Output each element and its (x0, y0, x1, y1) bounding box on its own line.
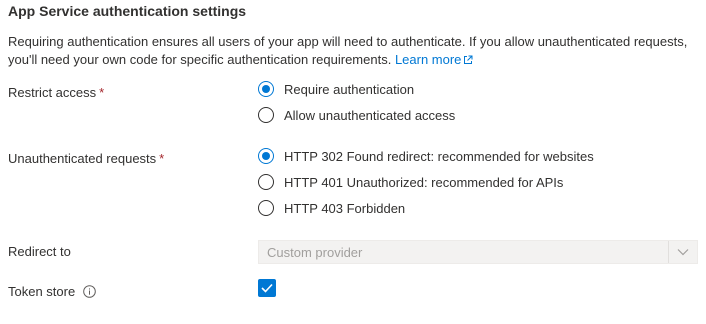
unauthenticated-requests-label-text: Unauthenticated requests (8, 151, 157, 166)
radio-http-302[interactable]: HTTP 302 Found redirect: recommended for… (258, 146, 594, 166)
learn-more-label: Learn more (394, 52, 462, 67)
restrict-access-label: Restrict access * (8, 84, 104, 102)
radio-label: HTTP 401 Unauthorized: recommended for A… (284, 174, 564, 190)
chevron-down-icon (668, 241, 697, 263)
radio-label: HTTP 403 Forbidden (284, 200, 406, 216)
radio-label: HTTP 302 Found redirect: recommended for… (284, 148, 594, 164)
radio-http-401[interactable]: HTTP 401 Unauthorized: recommended for A… (258, 172, 563, 192)
required-indicator: * (159, 151, 165, 166)
radio-button[interactable] (258, 174, 274, 190)
radio-button[interactable] (258, 200, 274, 216)
section-description: Requiring authentication ensures all use… (8, 33, 698, 70)
section-title: App Service authentication settings (8, 3, 247, 19)
token-store-label: Token store (8, 283, 97, 303)
radio-label: Allow unauthenticated access (284, 107, 456, 123)
redirect-to-selected-value: Custom provider (267, 244, 363, 260)
radio-label: Require authentication (284, 81, 415, 97)
token-store-label-text: Token store (8, 284, 76, 299)
required-indicator: * (99, 85, 105, 100)
restrict-access-label-text: Restrict access (8, 85, 97, 100)
external-link-icon (463, 52, 473, 70)
redirect-to-dropdown[interactable]: Custom provider (258, 240, 698, 264)
token-store-checkbox[interactable] (258, 279, 276, 297)
radio-allow-unauthenticated-access[interactable]: Allow unauthenticated access (258, 105, 455, 125)
info-icon[interactable] (83, 285, 97, 303)
radio-button-checked[interactable] (258, 81, 274, 97)
unauthenticated-requests-label: Unauthenticated requests * (8, 150, 164, 168)
auth-settings-page: App Service authentication settings Requ… (0, 0, 706, 324)
radio-button[interactable] (258, 107, 274, 123)
checkmark-icon (261, 283, 273, 293)
radio-http-403[interactable]: HTTP 403 Forbidden (258, 198, 405, 218)
radio-button-checked[interactable] (258, 148, 274, 164)
redirect-to-label: Redirect to (8, 244, 71, 259)
radio-require-authentication[interactable]: Require authentication (258, 79, 414, 99)
description-text: Requiring authentication ensures all use… (8, 34, 688, 67)
learn-more-link[interactable]: Learn more (395, 52, 473, 67)
